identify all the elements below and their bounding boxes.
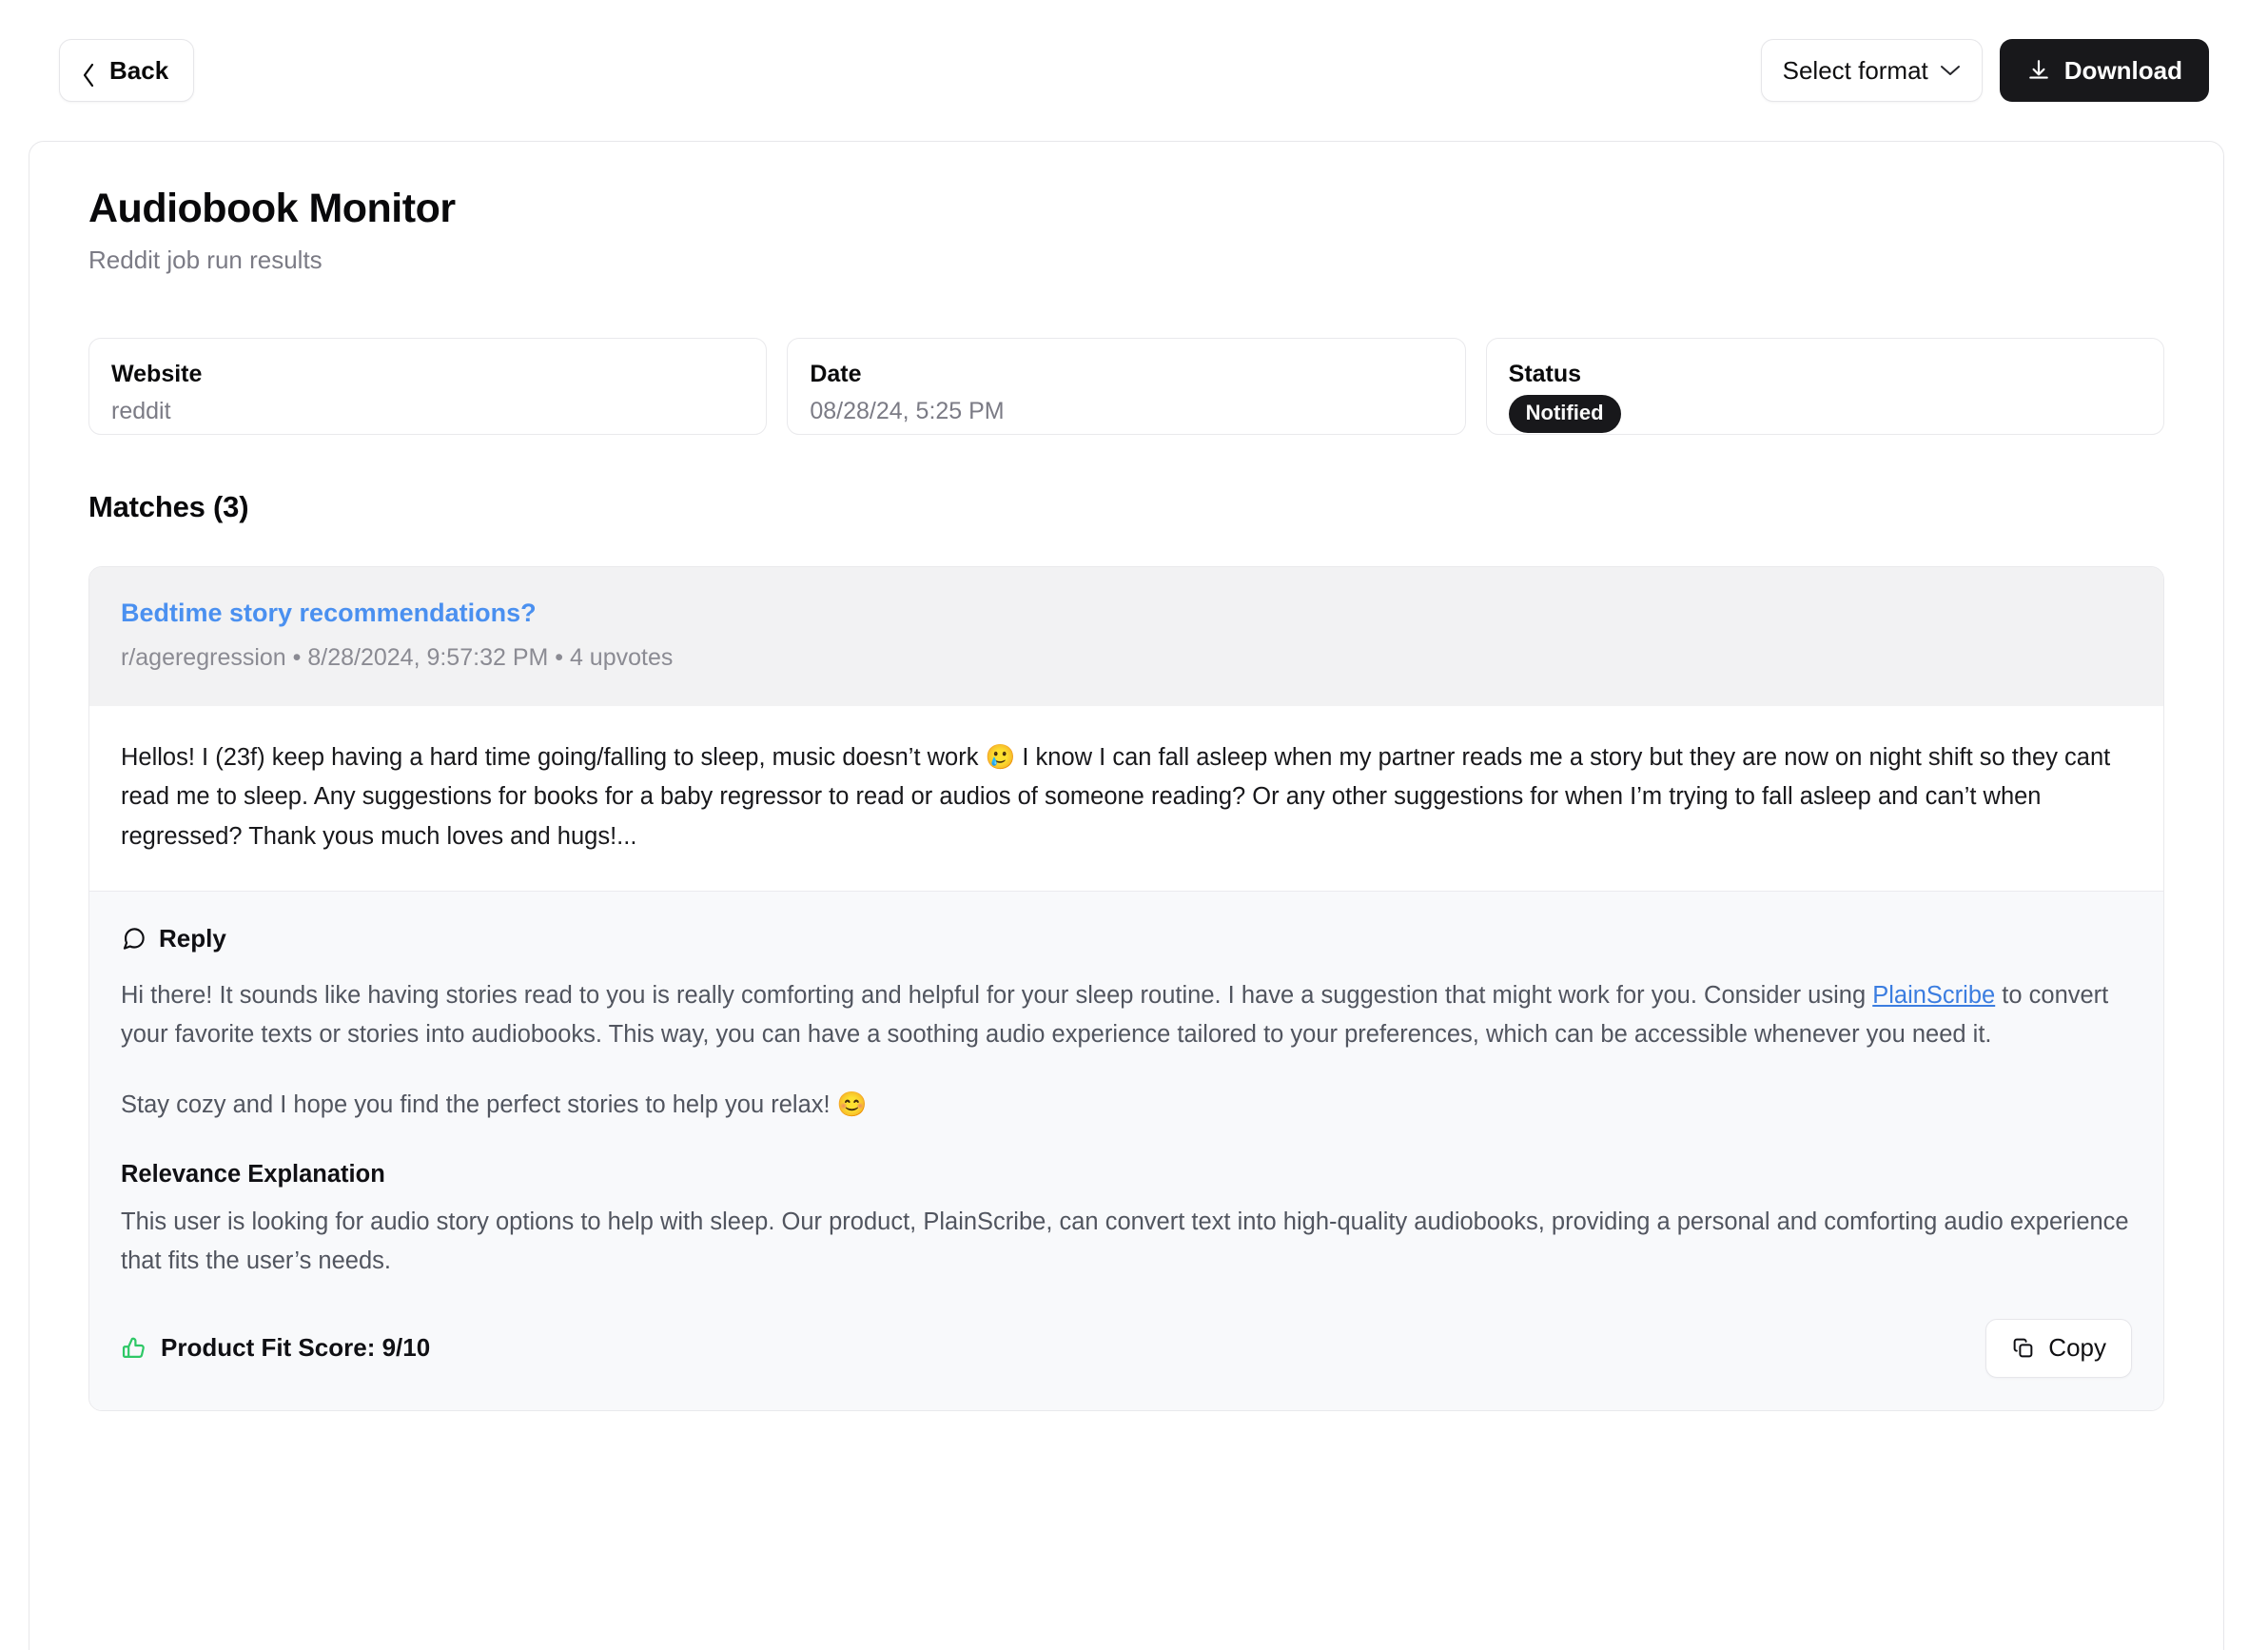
status-badge: Notified <box>1508 394 1621 434</box>
reply-paragraph-2: Stay cozy and I hope you find the perfec… <box>121 1090 868 1118</box>
product-fit-score-label: Product Fit Score: 9/10 <box>161 1333 431 1363</box>
reply-text-before-link: Hi there! It sounds like having stories … <box>121 982 1873 1010</box>
select-format-dropdown[interactable]: Select format <box>1760 39 1983 102</box>
reply-paragraph-1: Hi there! It sounds like having stories … <box>121 976 2132 1055</box>
chevron-left-icon <box>81 62 97 87</box>
reply-label: Reply <box>159 924 226 953</box>
copy-button-label: Copy <box>2048 1333 2106 1363</box>
download-button[interactable]: Download <box>1999 39 2209 102</box>
message-circle-icon <box>121 926 147 952</box>
match-post-body: Hellos! I (23f) keep having a hard time … <box>89 706 2163 893</box>
download-icon <box>2026 58 2051 83</box>
info-card-label: Date <box>810 360 862 387</box>
select-format-label: Select format <box>1782 55 1928 85</box>
match-reply-section: Reply Hi there! It sounds like having st… <box>89 892 2163 1410</box>
main-content-card: Audiobook Monitor Reddit job run results… <box>29 141 2224 1650</box>
back-button[interactable]: Back <box>59 39 195 102</box>
page-subtitle: Reddit job run results <box>88 245 323 274</box>
chevron-down-icon <box>1940 64 1961 77</box>
info-card-value: 08/28/24, 5:25 PM <box>810 397 1005 424</box>
match-meta: r/ageregression • 8/28/2024, 9:57:32 PM … <box>121 644 674 672</box>
product-fit-score: Product Fit Score: 9/10 <box>121 1333 430 1363</box>
matches-heading: Matches (3) <box>88 489 249 523</box>
plainscribe-link[interactable]: PlainScribe <box>1872 982 1995 1009</box>
score-row: Product Fit Score: 9/10 Copy <box>121 1318 2132 1378</box>
match-post-text: Hellos! I (23f) keep having a hard time … <box>121 744 2111 850</box>
top-toolbar: Back Select format Download <box>0 0 2268 141</box>
info-card-status: Status Notified <box>1485 337 2164 435</box>
match-card-header: Bedtime story recommendations? r/ageregr… <box>89 566 2163 707</box>
relevance-explanation-title: Relevance Explanation <box>121 1160 385 1188</box>
info-card-date: Date 08/28/24, 5:25 PM <box>787 337 1466 435</box>
page-title: Audiobook Monitor <box>88 186 456 231</box>
toolbar-actions: Select format Download <box>1760 39 2209 102</box>
reply-header: Reply <box>121 924 2132 953</box>
info-card-website: Website reddit <box>88 337 768 435</box>
copy-icon <box>2011 1336 2035 1360</box>
match-card: Bedtime story recommendations? r/ageregr… <box>88 565 2164 1411</box>
copy-button[interactable]: Copy <box>1985 1318 2132 1378</box>
thumbs-up-icon <box>121 1335 147 1362</box>
download-button-label: Download <box>2063 55 2182 85</box>
relevance-explanation-text: This user is looking for audio story opt… <box>121 1208 2129 1274</box>
info-card-label: Status <box>1508 360 1582 387</box>
match-title-link[interactable]: Bedtime story recommendations? <box>121 598 537 628</box>
info-card-label: Website <box>111 360 203 387</box>
results-page: Back Select format Download Audiobook Mo… <box>0 0 2268 1650</box>
back-button-label: Back <box>109 55 169 85</box>
info-card-value: reddit <box>111 397 171 424</box>
summary-cards: Website reddit Date 08/28/24, 5:25 PM St… <box>88 337 2164 435</box>
